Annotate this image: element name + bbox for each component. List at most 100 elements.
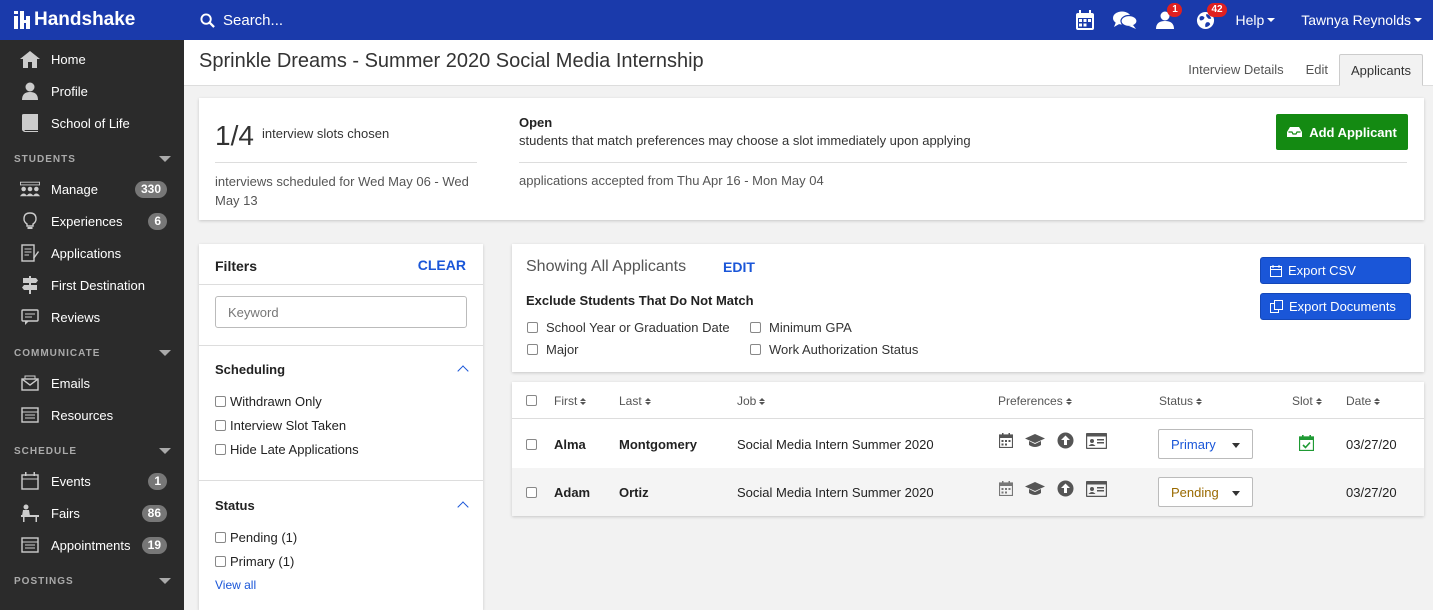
exclude-work-authorization[interactable]: Work Authorization Status <box>750 342 918 357</box>
globe-button[interactable]: 42 <box>1185 0 1227 40</box>
schedule-section-header[interactable]: SCHEDULE <box>0 437 184 465</box>
checkbox[interactable] <box>750 322 761 333</box>
communicate-section-header[interactable]: COMMUNICATE <box>0 339 184 367</box>
divider <box>519 162 1407 163</box>
slots-label: interview slots chosen <box>262 126 390 141</box>
filter-withdrawn-only[interactable]: Withdrawn Only <box>215 394 322 409</box>
sidebar-item-profile[interactable]: Profile <box>0 75 184 107</box>
keyword-input[interactable] <box>215 296 467 328</box>
row-checkbox[interactable] <box>526 487 537 498</box>
preferences-icons <box>999 432 1119 449</box>
status-dropdown[interactable]: Primary <box>1158 429 1253 459</box>
edit-link[interactable]: EDIT <box>723 259 755 275</box>
students-section-header[interactable]: STUDENTS <box>0 145 184 173</box>
checkbox[interactable] <box>215 420 226 431</box>
search-placeholder: Search... <box>223 11 284 29</box>
filter-label: Withdrawn Only <box>230 394 322 409</box>
sidebar-item-label: Fairs <box>51 505 80 521</box>
sidebar-item-school-of-life[interactable]: School of Life <box>0 107 184 139</box>
select-all-checkbox[interactable] <box>526 395 537 406</box>
sidebar-item-experiences[interactable]: Experiences 6 <box>0 205 184 237</box>
top-icon-group: 1 42 Help Tawnya Reynolds <box>1065 0 1433 40</box>
section-label: COMMUNICATE <box>14 347 101 359</box>
cell-first[interactable]: Alma <box>554 437 586 452</box>
exclude-label: Minimum GPA <box>769 320 852 335</box>
cell-last[interactable]: Ortiz <box>619 485 649 500</box>
section-label: STUDENTS <box>14 153 76 165</box>
table-row[interactable]: Adam Ortiz Social Media Intern Summer 20… <box>512 468 1424 516</box>
export-csv-button[interactable]: Export CSV <box>1260 257 1411 284</box>
user-menu[interactable]: Tawnya Reynolds <box>1301 12 1422 28</box>
status-value: Pending <box>1171 484 1219 500</box>
sidebar-item-reviews[interactable]: Reviews <box>0 301 184 333</box>
sidebar-item-label: Events <box>51 473 91 489</box>
table-header: First Last Job Preferences Status Slot D… <box>512 382 1424 419</box>
calendar-button[interactable] <box>1065 0 1105 40</box>
add-applicant-button[interactable]: Add Applicant <box>1276 114 1408 150</box>
signpost-icon <box>20 275 40 295</box>
cell-last[interactable]: Montgomery <box>619 437 697 452</box>
sidebar-item-resources[interactable]: Resources <box>0 399 184 431</box>
chevron-up-icon[interactable] <box>457 501 469 513</box>
notifications-badge: 1 <box>1167 3 1183 17</box>
checkbox[interactable] <box>527 322 538 333</box>
checkbox[interactable] <box>215 556 226 567</box>
arrow-up-circle-icon <box>1057 480 1074 497</box>
sidebar-item-home[interactable]: Home <box>0 43 184 75</box>
view-all-link[interactable]: View all <box>215 578 256 592</box>
divider <box>215 162 477 163</box>
sidebar-item-first-destination[interactable]: First Destination <box>0 269 184 301</box>
search-bar[interactable]: Search... <box>200 12 283 29</box>
tab-edit[interactable]: Edit <box>1295 54 1339 86</box>
postings-section-header[interactable]: POSTINGS <box>0 567 184 595</box>
column-header-job[interactable]: Job <box>737 394 766 408</box>
sidebar-item-fairs[interactable]: Fairs 86 <box>0 497 184 529</box>
status-dropdown[interactable]: Pending <box>1158 477 1253 507</box>
column-header-date[interactable]: Date <box>1346 394 1381 408</box>
exclude-major[interactable]: Major <box>527 342 579 357</box>
messages-button[interactable] <box>1105 0 1145 40</box>
sidebar-item-emails[interactable]: Emails <box>0 367 184 399</box>
clear-filters-link[interactable]: CLEAR <box>418 257 466 273</box>
count-badge: 86 <box>141 504 167 522</box>
sidebar-item-events[interactable]: Events 1 <box>0 465 184 497</box>
exclude-label: School Year or Graduation Date <box>546 320 730 335</box>
export-documents-button[interactable]: Export Documents <box>1260 293 1411 320</box>
cell-job[interactable]: Social Media Intern Summer 2020 <box>737 437 934 452</box>
sidebar-item-appointments[interactable]: Appointments 19 <box>0 529 184 561</box>
filter-status-primary[interactable]: Primary (1) <box>215 554 294 569</box>
chevron-up-icon[interactable] <box>457 365 469 377</box>
notifications-button[interactable]: 1 <box>1145 0 1185 40</box>
column-header-slot[interactable]: Slot <box>1292 394 1322 408</box>
cell-date: 03/27/20 <box>1346 485 1397 500</box>
checkbox[interactable] <box>215 532 226 543</box>
filter-hide-late-applications[interactable]: Hide Late Applications <box>215 442 359 457</box>
cell-first[interactable]: Adam <box>554 485 590 500</box>
brand-logo[interactable]: Handshake <box>0 0 184 40</box>
cell-job[interactable]: Social Media Intern Summer 2020 <box>737 485 934 500</box>
sidebar-item-label: First Destination <box>51 277 145 293</box>
checkbox[interactable] <box>527 344 538 355</box>
row-checkbox[interactable] <box>526 439 537 450</box>
checkbox[interactable] <box>215 444 226 455</box>
sidebar-item-manage[interactable]: Manage 330 <box>0 173 184 205</box>
column-header-last[interactable]: Last <box>619 394 651 408</box>
table-row[interactable]: Alma Montgomery Social Media Intern Summ… <box>512 420 1424 468</box>
checkbox[interactable] <box>215 396 226 407</box>
calendar-check-icon[interactable] <box>1298 435 1315 454</box>
tab-applicants[interactable]: Applicants <box>1339 54 1423 86</box>
sort-icon <box>580 397 587 405</box>
filter-status-pending[interactable]: Pending (1) <box>215 530 297 545</box>
column-header-status[interactable]: Status <box>1159 394 1203 408</box>
sidebar-item-label: Applications <box>51 245 122 261</box>
checkbox[interactable] <box>750 344 761 355</box>
exclude-school-year[interactable]: School Year or Graduation Date <box>527 320 730 335</box>
showing-title: Showing All Applicants <box>526 258 687 275</box>
exclude-minimum-gpa[interactable]: Minimum GPA <box>750 320 852 335</box>
sidebar-item-applications[interactable]: Applications <box>0 237 184 269</box>
help-menu[interactable]: Help <box>1235 12 1276 28</box>
tab-interview-details[interactable]: Interview Details <box>1177 54 1294 86</box>
column-header-first[interactable]: First <box>554 394 587 408</box>
filter-interview-slot-taken[interactable]: Interview Slot Taken <box>215 418 346 433</box>
column-header-preferences[interactable]: Preferences <box>998 394 1072 408</box>
